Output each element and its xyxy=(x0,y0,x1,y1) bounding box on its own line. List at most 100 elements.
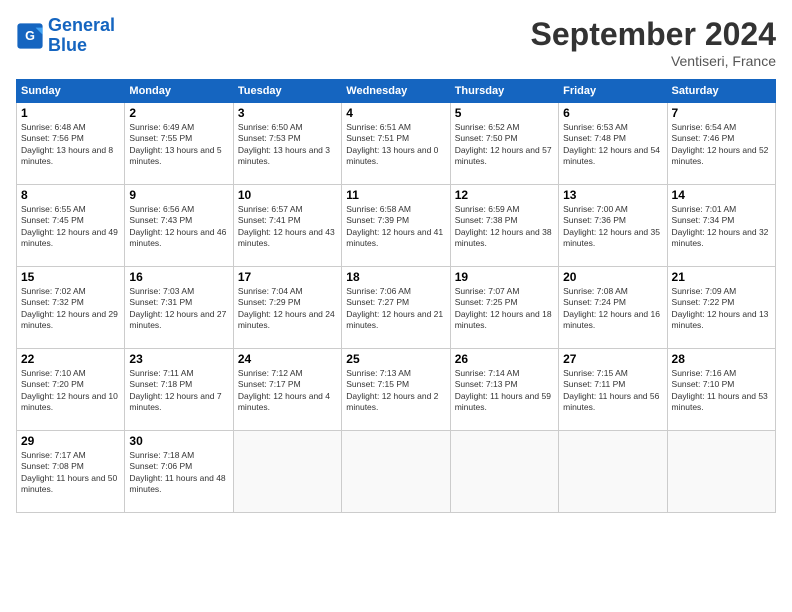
page-header: G General Blue September 2024 Ventiseri,… xyxy=(16,16,776,69)
day-number: 2 xyxy=(129,106,228,120)
header-wednesday: Wednesday xyxy=(342,80,450,103)
table-row: 19 Sunrise: 7:07 AM Sunset: 7:25 PM Dayl… xyxy=(450,267,558,349)
logo-line2: Blue xyxy=(48,35,87,55)
table-row: 26 Sunrise: 7:14 AM Sunset: 7:13 PM Dayl… xyxy=(450,349,558,431)
day-info: Sunrise: 6:48 AM Sunset: 7:56 PM Dayligh… xyxy=(21,122,120,168)
table-row: 14 Sunrise: 7:01 AM Sunset: 7:34 PM Dayl… xyxy=(667,185,775,267)
logo-icon: G xyxy=(16,22,44,50)
table-row: 30 Sunrise: 7:18 AM Sunset: 7:06 PM Dayl… xyxy=(125,431,233,513)
calendar-week-1: 1 Sunrise: 6:48 AM Sunset: 7:56 PM Dayli… xyxy=(17,103,776,185)
table-row: 17 Sunrise: 7:04 AM Sunset: 7:29 PM Dayl… xyxy=(233,267,341,349)
table-row: 23 Sunrise: 7:11 AM Sunset: 7:18 PM Dayl… xyxy=(125,349,233,431)
table-row: 12 Sunrise: 6:59 AM Sunset: 7:38 PM Dayl… xyxy=(450,185,558,267)
logo-text: General Blue xyxy=(48,16,115,56)
day-info: Sunrise: 6:51 AM Sunset: 7:51 PM Dayligh… xyxy=(346,122,445,168)
day-number: 24 xyxy=(238,352,337,366)
calendar-table: Sunday Monday Tuesday Wednesday Thursday… xyxy=(16,79,776,513)
table-row: 10 Sunrise: 6:57 AM Sunset: 7:41 PM Dayl… xyxy=(233,185,341,267)
table-row: 25 Sunrise: 7:13 AM Sunset: 7:15 PM Dayl… xyxy=(342,349,450,431)
day-number: 1 xyxy=(21,106,120,120)
table-row: 13 Sunrise: 7:00 AM Sunset: 7:36 PM Dayl… xyxy=(559,185,667,267)
title-area: September 2024 Ventiseri, France xyxy=(531,16,776,69)
header-monday: Monday xyxy=(125,80,233,103)
table-row xyxy=(559,431,667,513)
header-sunday: Sunday xyxy=(17,80,125,103)
table-row: 24 Sunrise: 7:12 AM Sunset: 7:17 PM Dayl… xyxy=(233,349,341,431)
table-row xyxy=(342,431,450,513)
day-info: Sunrise: 7:09 AM Sunset: 7:22 PM Dayligh… xyxy=(672,286,771,332)
day-info: Sunrise: 7:16 AM Sunset: 7:10 PM Dayligh… xyxy=(672,368,771,414)
day-info: Sunrise: 6:59 AM Sunset: 7:38 PM Dayligh… xyxy=(455,204,554,250)
table-row: 4 Sunrise: 6:51 AM Sunset: 7:51 PM Dayli… xyxy=(342,103,450,185)
day-info: Sunrise: 7:15 AM Sunset: 7:11 PM Dayligh… xyxy=(563,368,662,414)
table-row: 2 Sunrise: 6:49 AM Sunset: 7:55 PM Dayli… xyxy=(125,103,233,185)
day-number: 16 xyxy=(129,270,228,284)
weekday-header-row: Sunday Monday Tuesday Wednesday Thursday… xyxy=(17,80,776,103)
table-row: 6 Sunrise: 6:53 AM Sunset: 7:48 PM Dayli… xyxy=(559,103,667,185)
day-number: 20 xyxy=(563,270,662,284)
calendar-week-4: 22 Sunrise: 7:10 AM Sunset: 7:20 PM Dayl… xyxy=(17,349,776,431)
table-row xyxy=(450,431,558,513)
day-info: Sunrise: 6:50 AM Sunset: 7:53 PM Dayligh… xyxy=(238,122,337,168)
table-row: 29 Sunrise: 7:17 AM Sunset: 7:08 PM Dayl… xyxy=(17,431,125,513)
day-number: 14 xyxy=(672,188,771,202)
table-row: 7 Sunrise: 6:54 AM Sunset: 7:46 PM Dayli… xyxy=(667,103,775,185)
table-row: 15 Sunrise: 7:02 AM Sunset: 7:32 PM Dayl… xyxy=(17,267,125,349)
table-row: 8 Sunrise: 6:55 AM Sunset: 7:45 PM Dayli… xyxy=(17,185,125,267)
day-number: 12 xyxy=(455,188,554,202)
day-number: 6 xyxy=(563,106,662,120)
day-info: Sunrise: 7:14 AM Sunset: 7:13 PM Dayligh… xyxy=(455,368,554,414)
table-row xyxy=(667,431,775,513)
day-number: 30 xyxy=(129,434,228,448)
day-info: Sunrise: 6:57 AM Sunset: 7:41 PM Dayligh… xyxy=(238,204,337,250)
day-number: 3 xyxy=(238,106,337,120)
day-info: Sunrise: 6:52 AM Sunset: 7:50 PM Dayligh… xyxy=(455,122,554,168)
table-row: 11 Sunrise: 6:58 AM Sunset: 7:39 PM Dayl… xyxy=(342,185,450,267)
day-info: Sunrise: 6:55 AM Sunset: 7:45 PM Dayligh… xyxy=(21,204,120,250)
table-row: 9 Sunrise: 6:56 AM Sunset: 7:43 PM Dayli… xyxy=(125,185,233,267)
logo: G General Blue xyxy=(16,16,115,56)
calendar-week-3: 15 Sunrise: 7:02 AM Sunset: 7:32 PM Dayl… xyxy=(17,267,776,349)
day-info: Sunrise: 7:03 AM Sunset: 7:31 PM Dayligh… xyxy=(129,286,228,332)
table-row: 1 Sunrise: 6:48 AM Sunset: 7:56 PM Dayli… xyxy=(17,103,125,185)
table-row: 18 Sunrise: 7:06 AM Sunset: 7:27 PM Dayl… xyxy=(342,267,450,349)
month-title: September 2024 xyxy=(531,16,776,53)
header-saturday: Saturday xyxy=(667,80,775,103)
day-info: Sunrise: 7:10 AM Sunset: 7:20 PM Dayligh… xyxy=(21,368,120,414)
table-row: 16 Sunrise: 7:03 AM Sunset: 7:31 PM Dayl… xyxy=(125,267,233,349)
location-subtitle: Ventiseri, France xyxy=(531,53,776,69)
day-number: 11 xyxy=(346,188,445,202)
day-info: Sunrise: 6:53 AM Sunset: 7:48 PM Dayligh… xyxy=(563,122,662,168)
day-number: 19 xyxy=(455,270,554,284)
day-number: 13 xyxy=(563,188,662,202)
svg-text:G: G xyxy=(25,29,35,43)
calendar-week-2: 8 Sunrise: 6:55 AM Sunset: 7:45 PM Dayli… xyxy=(17,185,776,267)
day-number: 17 xyxy=(238,270,337,284)
day-info: Sunrise: 6:58 AM Sunset: 7:39 PM Dayligh… xyxy=(346,204,445,250)
calendar-page: G General Blue September 2024 Ventiseri,… xyxy=(0,0,792,612)
day-number: 29 xyxy=(21,434,120,448)
day-number: 26 xyxy=(455,352,554,366)
day-info: Sunrise: 7:04 AM Sunset: 7:29 PM Dayligh… xyxy=(238,286,337,332)
day-number: 9 xyxy=(129,188,228,202)
day-number: 5 xyxy=(455,106,554,120)
table-row: 3 Sunrise: 6:50 AM Sunset: 7:53 PM Dayli… xyxy=(233,103,341,185)
table-row: 27 Sunrise: 7:15 AM Sunset: 7:11 PM Dayl… xyxy=(559,349,667,431)
table-row: 20 Sunrise: 7:08 AM Sunset: 7:24 PM Dayl… xyxy=(559,267,667,349)
day-info: Sunrise: 6:56 AM Sunset: 7:43 PM Dayligh… xyxy=(129,204,228,250)
day-info: Sunrise: 7:01 AM Sunset: 7:34 PM Dayligh… xyxy=(672,204,771,250)
header-thursday: Thursday xyxy=(450,80,558,103)
calendar-week-5: 29 Sunrise: 7:17 AM Sunset: 7:08 PM Dayl… xyxy=(17,431,776,513)
day-info: Sunrise: 7:00 AM Sunset: 7:36 PM Dayligh… xyxy=(563,204,662,250)
day-number: 8 xyxy=(21,188,120,202)
table-row: 22 Sunrise: 7:10 AM Sunset: 7:20 PM Dayl… xyxy=(17,349,125,431)
day-number: 25 xyxy=(346,352,445,366)
day-number: 27 xyxy=(563,352,662,366)
header-friday: Friday xyxy=(559,80,667,103)
day-info: Sunrise: 7:07 AM Sunset: 7:25 PM Dayligh… xyxy=(455,286,554,332)
day-info: Sunrise: 7:11 AM Sunset: 7:18 PM Dayligh… xyxy=(129,368,228,414)
day-number: 15 xyxy=(21,270,120,284)
table-row: 21 Sunrise: 7:09 AM Sunset: 7:22 PM Dayl… xyxy=(667,267,775,349)
header-tuesday: Tuesday xyxy=(233,80,341,103)
day-info: Sunrise: 7:17 AM Sunset: 7:08 PM Dayligh… xyxy=(21,450,120,496)
